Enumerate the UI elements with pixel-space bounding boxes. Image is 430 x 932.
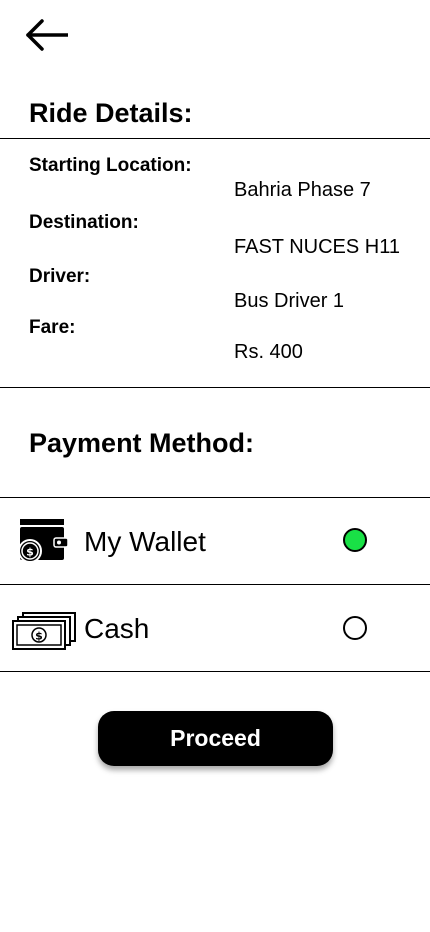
- back-button[interactable]: [24, 16, 72, 56]
- payment-option-wallet[interactable]: $ My Wallet: [0, 498, 430, 584]
- divider: [0, 387, 430, 388]
- fare-value: Rs. 400: [234, 341, 303, 363]
- payment-option-cash-label: Cash: [84, 613, 150, 644]
- cash-radio-button[interactable]: [343, 616, 367, 640]
- starting-location-label: Starting Location:: [29, 155, 192, 176]
- arrow-left-icon: [26, 19, 68, 51]
- starting-location-value: Bahria Phase 7: [234, 179, 371, 201]
- payment-option-wallet-label: My Wallet: [84, 526, 206, 557]
- driver-label: Driver:: [29, 266, 91, 287]
- wallet-radio-button[interactable]: [343, 528, 367, 552]
- svg-text:$: $: [26, 546, 34, 559]
- svg-text:$: $: [35, 630, 43, 643]
- divider: [0, 671, 430, 672]
- wallet-icon: $: [18, 519, 69, 563]
- cash-icon: $: [12, 612, 76, 650]
- ride-details-title: Ride Details:: [29, 98, 193, 128]
- divider: [0, 138, 430, 139]
- payment-option-cash[interactable]: $ Cash: [0, 585, 430, 671]
- payment-method-title: Payment Method:: [29, 428, 255, 458]
- destination-value: FAST NUCES H11: [234, 236, 400, 258]
- fare-label: Fare:: [29, 317, 76, 338]
- driver-value: Bus Driver 1: [234, 290, 345, 312]
- proceed-button[interactable]: Proceed: [98, 711, 333, 766]
- destination-label: Destination:: [29, 212, 139, 233]
